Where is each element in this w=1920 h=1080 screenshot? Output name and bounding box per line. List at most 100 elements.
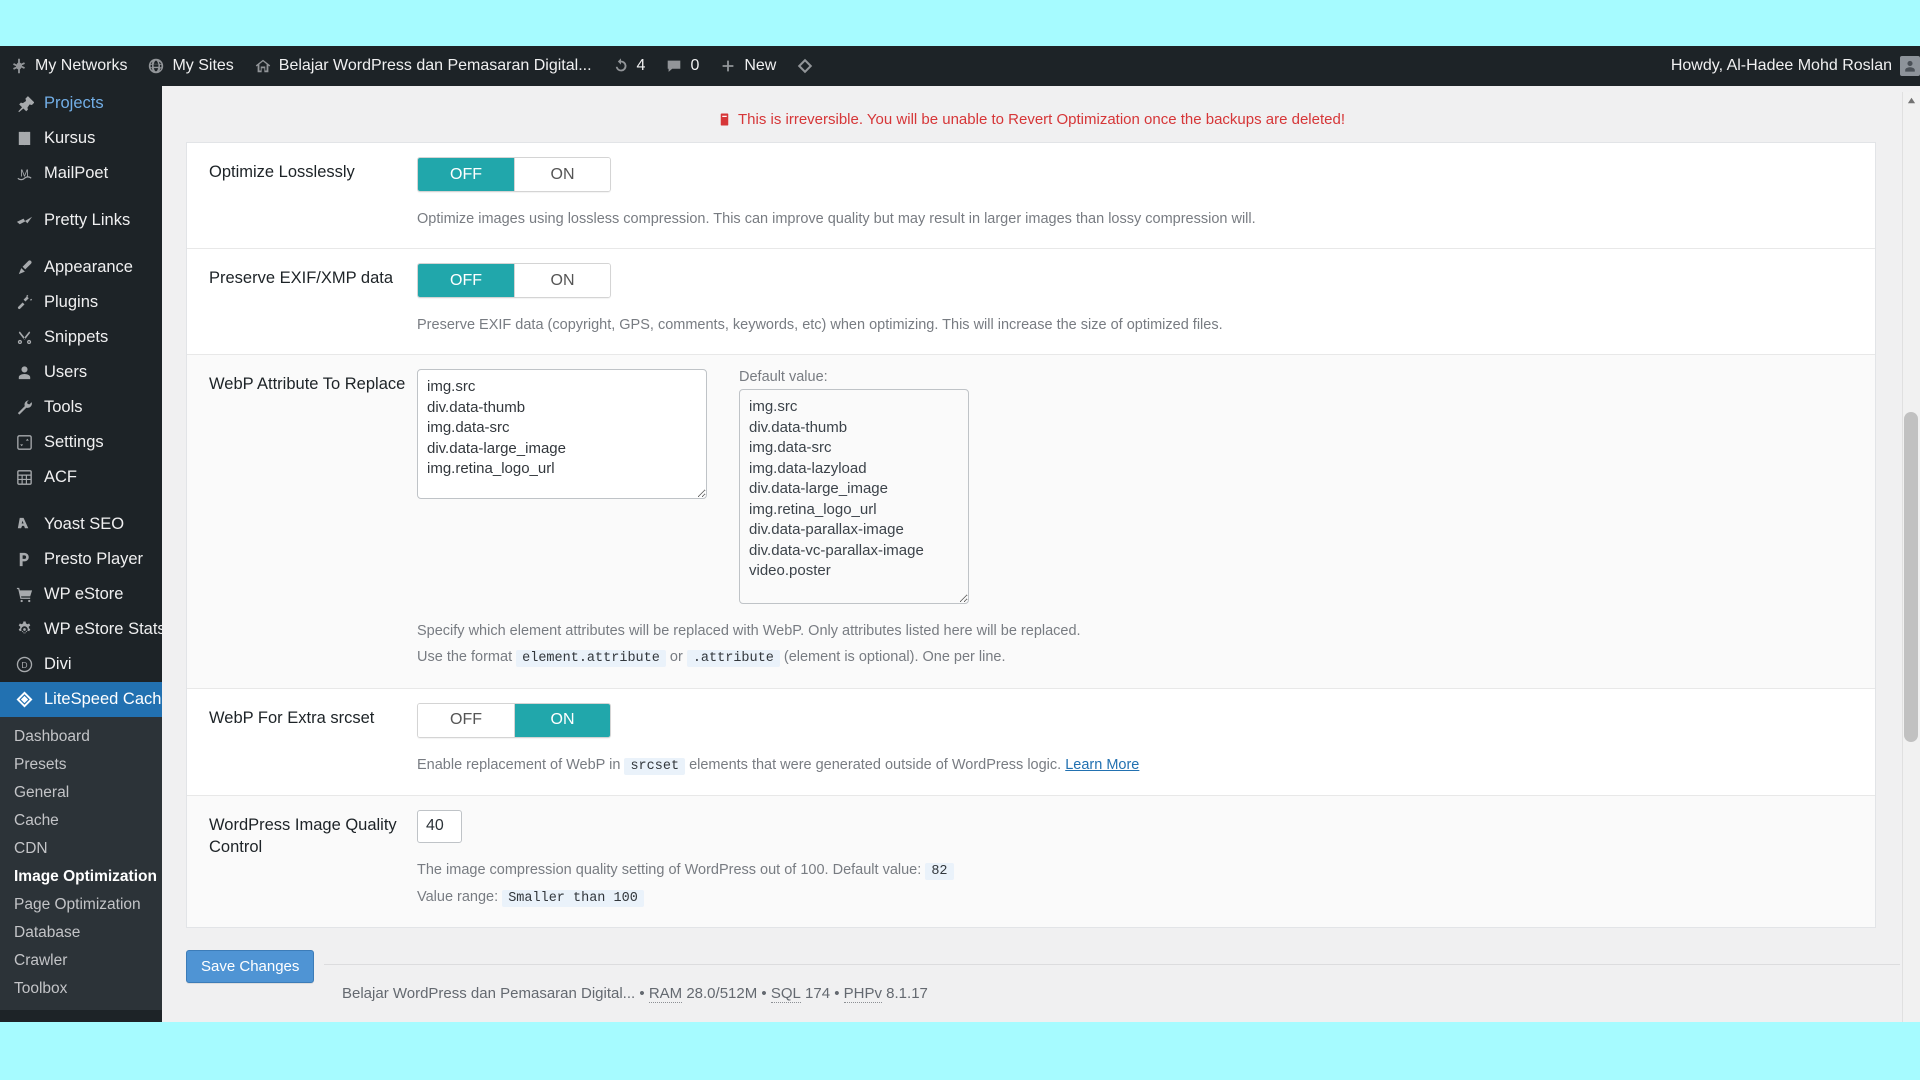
preserve-exif-toggle[interactable]: OFF ON: [417, 263, 611, 299]
sidebar-item-label: Divi: [44, 655, 72, 673]
irreversible-warning: This is irreversible. You will be unable…: [162, 86, 1900, 128]
sidebar-item-label: WP eStore: [44, 585, 124, 603]
sidebar-subitem-toolbox[interactable]: Toolbox: [0, 975, 162, 1003]
toggle-on-option[interactable]: ON: [514, 703, 610, 737]
scissors-icon: [14, 328, 34, 348]
sidebar-subitem-crawler[interactable]: Crawler: [0, 947, 162, 975]
sidebar-subitem-presets[interactable]: Presets: [0, 751, 162, 779]
sidebar-item-label: Pretty Links: [44, 211, 131, 229]
litespeed-submenu: Dashboard Presets General Cache CDN Imag…: [0, 717, 162, 1010]
sidebar-item-acf[interactable]: ACF: [0, 460, 162, 495]
footer-ram-label: RAM: [648, 984, 683, 1003]
grid-icon: [14, 468, 34, 488]
setting-label: WebP For Extra srcset: [209, 708, 375, 727]
setting-row-preserve-exif: Preserve EXIF/XMP data OFF ON Preserve E…: [187, 249, 1875, 356]
wrench-icon: [14, 398, 34, 418]
admin-bar-account[interactable]: Howdy, Al-Hadee Mohd Roslan: [1671, 56, 1920, 76]
sidebar-item-litespeed-cache[interactable]: LiteSpeed Cache: [0, 682, 162, 717]
collapse-menu-button[interactable]: Collapse menu: [0, 1016, 162, 1022]
default-quality-code: 82: [925, 862, 954, 880]
sidebar-item-settings[interactable]: Settings: [0, 425, 162, 460]
setting-label: WordPress Image Quality Control: [209, 815, 397, 857]
sidebar-separator: [0, 191, 162, 203]
srcset-code: srcset: [624, 757, 686, 775]
sidebar-separator: [0, 238, 162, 250]
footer-sql-value: 174: [805, 985, 831, 1002]
sidebar-item-mailpoet[interactable]: M MailPoet: [0, 156, 162, 191]
sidebar-item-label: Plugins: [44, 293, 99, 311]
sidebar-item-snippets[interactable]: Snippets: [0, 320, 162, 355]
admin-bar-my-sites[interactable]: My Sites: [137, 46, 243, 86]
plug-icon: [14, 293, 34, 313]
admin-bar-my-networks[interactable]: My Networks: [0, 46, 137, 86]
setting-row-webp-extra-srcset: WebP For Extra srcset OFF ON Enable repl…: [187, 688, 1875, 796]
browser-viewport: My Networks My Sites Belajar WordPress d…: [0, 46, 1920, 1022]
sidebar-item-presto-player[interactable]: Presto Player: [0, 542, 162, 577]
sidebar-item-pretty-links[interactable]: Pretty Links: [0, 203, 162, 238]
admin-bar-site-name[interactable]: Belajar WordPress dan Pemasaran Digital.…: [244, 46, 602, 86]
setting-description: Specify which element attributes will be…: [417, 618, 1855, 671]
sidebar-item-tools[interactable]: Tools: [0, 390, 162, 425]
scroll-up-arrow[interactable]: [1903, 92, 1920, 109]
divi-icon: D: [14, 655, 34, 675]
gear-icon: [14, 620, 34, 640]
admin-bar: My Networks My Sites Belajar WordPress d…: [0, 46, 1920, 86]
toggle-on-option[interactable]: ON: [514, 158, 610, 191]
sidebar-item-wp-estore-stats[interactable]: WP eStore Stats: [0, 612, 162, 647]
admin-bar-label: New: [744, 57, 777, 74]
optimize-losslessly-toggle[interactable]: OFF ON: [417, 157, 611, 192]
play-icon: [14, 550, 34, 570]
save-changes-button[interactable]: Save Changes: [186, 950, 315, 984]
toggle-off-option[interactable]: OFF: [418, 158, 514, 191]
sidebar-item-appearance[interactable]: Appearance: [0, 250, 162, 285]
litespeed-icon: [14, 690, 34, 710]
sidebar-item-label: Yoast SEO: [44, 515, 125, 533]
sidebar-item-plugins[interactable]: Plugins: [0, 285, 162, 320]
user-icon: [14, 363, 34, 383]
sidebar-item-divi[interactable]: D Divi: [0, 647, 162, 682]
admin-bar-litespeed[interactable]: [786, 46, 824, 86]
image-quality-input[interactable]: [417, 809, 462, 843]
sidebar-item-kursus[interactable]: Kursus: [0, 121, 162, 156]
setting-label: Optimize Losslessly: [209, 163, 355, 181]
sidebar-subitem-page-optimization[interactable]: Page Optimization: [0, 891, 162, 919]
admin-bar-label: Belajar WordPress dan Pemasaran Digital.…: [278, 57, 592, 74]
sidebar-item-users[interactable]: Users: [0, 355, 162, 390]
scrollbar-thumb[interactable]: [1904, 412, 1918, 742]
sidebar-item-label: Settings: [44, 433, 104, 451]
toggle-on-option[interactable]: ON: [514, 264, 610, 298]
sidebar-item-label: Appearance: [44, 258, 133, 276]
updates-icon: [612, 57, 630, 75]
webp-default-value-textarea[interactable]: [739, 389, 969, 605]
sidebar-subitem-image-optimization[interactable]: Image Optimization: [0, 863, 162, 891]
sidebar-subitem-dashboard[interactable]: Dashboard: [0, 723, 162, 751]
page-scrollbar[interactable]: [1902, 92, 1920, 1022]
sidebar-subitem-cache[interactable]: Cache: [0, 807, 162, 835]
sliders-icon: [14, 433, 34, 453]
svg-text:D: D: [21, 660, 27, 670]
sidebar-subitem-database[interactable]: Database: [0, 919, 162, 947]
plus-icon: [719, 57, 737, 75]
sidebar-item-wp-estore[interactable]: WP eStore: [0, 577, 162, 612]
admin-bar-updates[interactable]: 4: [602, 46, 656, 86]
learn-more-link[interactable]: Learn More: [1065, 757, 1139, 773]
sidebar-subitem-general[interactable]: General: [0, 779, 162, 807]
sidebar-item-label: Snippets: [44, 328, 109, 346]
sidebar-item-projects[interactable]: Projects: [0, 86, 162, 121]
sidebar-subitem-cdn[interactable]: CDN: [0, 835, 162, 863]
admin-bar-new-content[interactable]: New: [709, 46, 786, 86]
webp-extra-srcset-toggle[interactable]: OFF ON: [417, 702, 611, 738]
sidebar-item-label: Tools: [44, 398, 83, 416]
home-icon: [254, 57, 272, 75]
comments-icon: [665, 57, 683, 75]
sidebar-item-yoast-seo[interactable]: Yoast SEO: [0, 507, 162, 542]
toggle-off-option[interactable]: OFF: [418, 264, 514, 298]
network-icon: [10, 57, 28, 75]
footer-php-label: PHPv: [843, 984, 882, 1003]
footer-site-name: Belajar WordPress dan Pemasaran Digital.…: [342, 985, 636, 1002]
admin-bar-comments[interactable]: 0: [655, 46, 709, 86]
toggle-off-option[interactable]: OFF: [418, 703, 514, 737]
admin-bar-comments-count: 0: [690, 57, 700, 74]
webp-attribute-textarea[interactable]: [417, 369, 707, 500]
mailpoet-icon: M: [14, 164, 34, 184]
